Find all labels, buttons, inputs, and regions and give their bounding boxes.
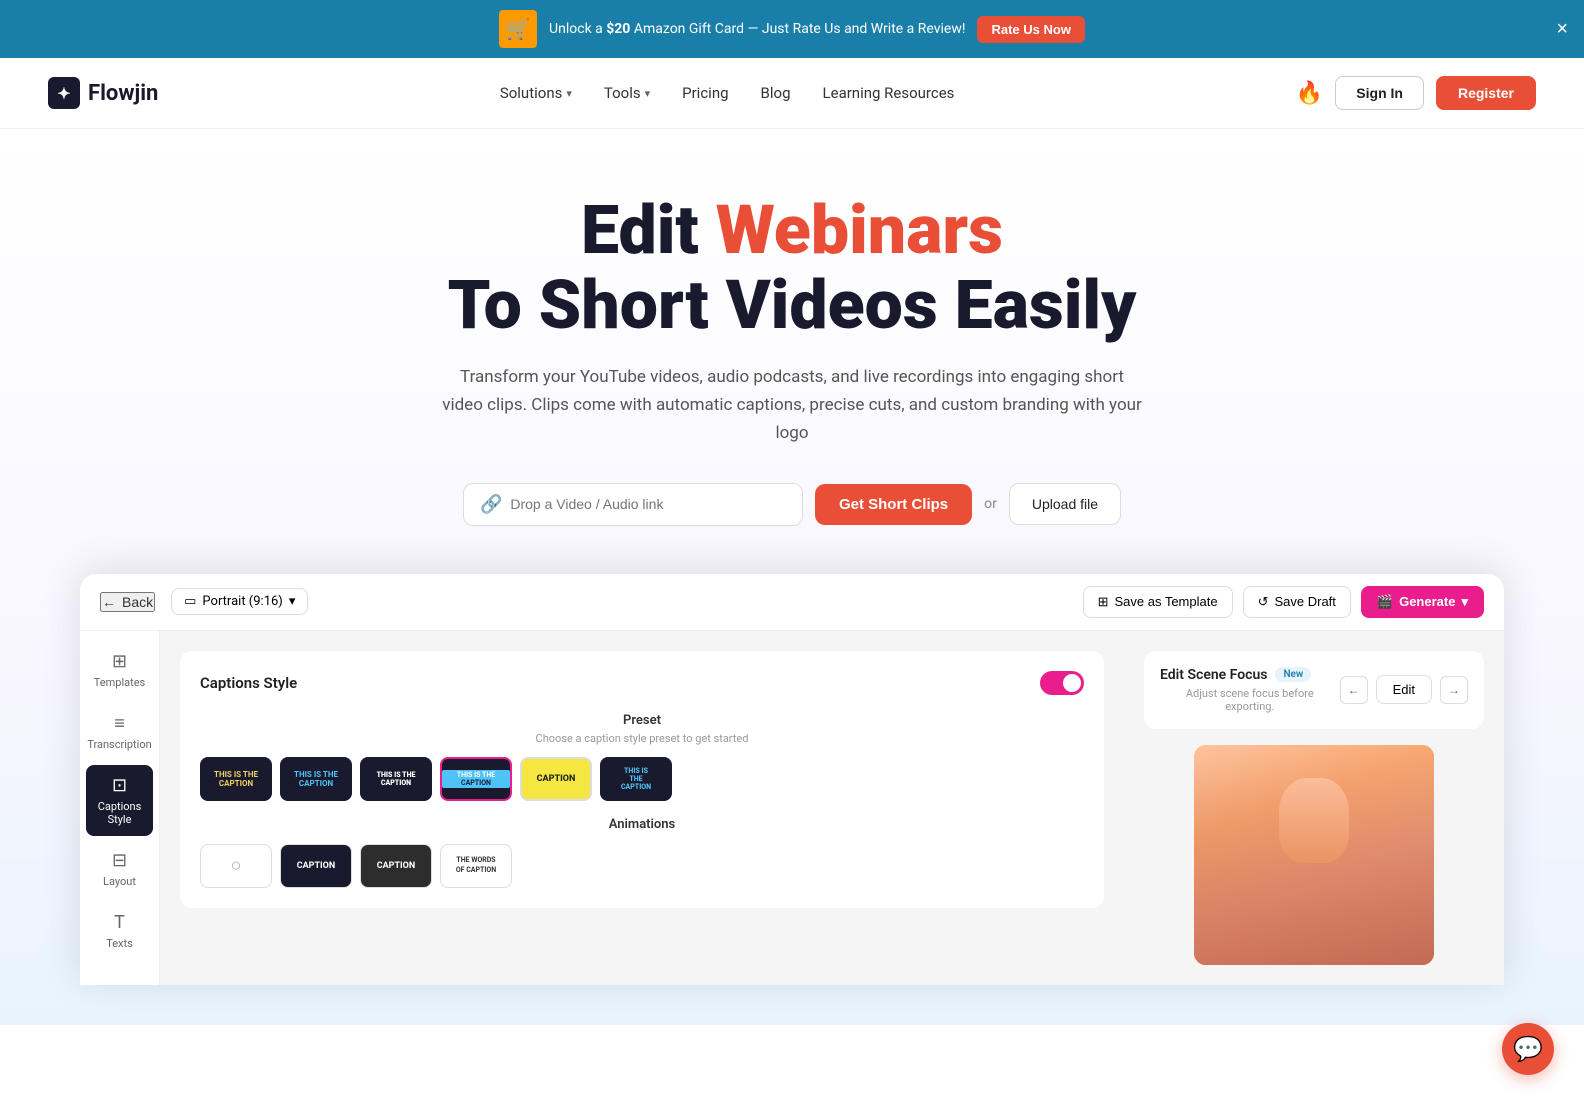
url-input[interactable] bbox=[510, 496, 786, 512]
editor-topbar-right: ⊞ Save as Template ↺ Save Draft 🎬 Genera… bbox=[1083, 586, 1484, 618]
scene-focus-info: Edit Scene Focus New Adjust scene focus … bbox=[1160, 667, 1340, 713]
video-icon: 🎬 bbox=[1377, 594, 1393, 610]
scene-focus-title: Edit Scene Focus New bbox=[1160, 667, 1340, 683]
chat-icon: 💬 bbox=[1513, 1035, 1543, 1063]
nav-tools[interactable]: Tools ▾ bbox=[604, 84, 650, 102]
sidebar-item-captions-style[interactable]: ⊡ Captions Style bbox=[86, 765, 153, 836]
scene-focus-desc: Adjust scene focus before exporting. bbox=[1160, 687, 1340, 713]
animation-caption-1[interactable]: Caption bbox=[280, 844, 352, 888]
sidebar-item-layout[interactable]: ⊟ Layout bbox=[86, 840, 153, 898]
nav-links: Solutions ▾ Tools ▾ Pricing Blog Learnin… bbox=[500, 84, 955, 102]
nav-actions: 🔥 Sign In Register bbox=[1296, 76, 1536, 110]
banner-suffix: Amazon Gift Card — Just Rate Us and Writ… bbox=[634, 21, 966, 37]
chevron-down-icon: ▾ bbox=[566, 87, 572, 100]
nav-blog[interactable]: Blog bbox=[761, 84, 791, 102]
template-icon: ⊞ bbox=[1098, 594, 1109, 610]
logo[interactable]: ✦ Flowjin bbox=[48, 77, 158, 109]
hero-section: Edit Webinars To Short Videos Easily Tra… bbox=[0, 129, 1584, 1025]
scene-next-button[interactable]: → bbox=[1440, 676, 1468, 704]
logo-icon: ✦ bbox=[48, 77, 80, 109]
panel-title: Captions Style bbox=[200, 674, 297, 692]
editor-body: ⊞ Templates ≡ Transcription ⊡ Captions S… bbox=[80, 631, 1504, 985]
hero-cta: 🔗 Get Short Clips or Upload file bbox=[20, 483, 1564, 526]
preset-grid: THIS IS THECAPTION THIS IS THECAPTION TH… bbox=[200, 757, 1084, 801]
nav-pricing[interactable]: Pricing bbox=[682, 84, 728, 102]
animation-words[interactable]: The Wordsof Caption bbox=[440, 844, 512, 888]
back-arrow-icon: ← bbox=[102, 594, 116, 610]
sidebar-item-texts[interactable]: T Texts bbox=[86, 902, 153, 960]
back-button[interactable]: ← Back bbox=[100, 592, 155, 612]
logo-text: Flowjin bbox=[88, 81, 158, 106]
chevron-down-icon: ▾ bbox=[289, 594, 296, 609]
scene-nav: ← Edit → bbox=[1340, 675, 1468, 704]
sidebar-item-templates[interactable]: ⊞ Templates bbox=[86, 641, 153, 699]
save-icon: ↺ bbox=[1258, 594, 1269, 610]
editor-topbar: ← Back ▭ Portrait (9:16) ▾ ⊞ Save as Tem… bbox=[80, 574, 1504, 631]
hero-title: Edit Webinars To Short Videos Easily bbox=[20, 193, 1564, 343]
banner-amount: $20 bbox=[606, 21, 630, 37]
banner-close-button[interactable]: × bbox=[1556, 19, 1568, 39]
hero-title-accent: Webinars bbox=[716, 190, 1003, 270]
or-separator: or bbox=[984, 496, 997, 512]
preset-blue-highlight[interactable]: THIS IS THECAPTION bbox=[280, 757, 352, 801]
templates-icon: ⊞ bbox=[112, 651, 127, 672]
video-preview bbox=[1194, 745, 1434, 965]
animations-grid: ○ Caption Caption The Wordsof Caption bbox=[200, 844, 1084, 888]
captions-toggle[interactable] bbox=[1040, 671, 1084, 695]
preset-bold-white[interactable]: THIS IS THE CAPTION bbox=[360, 757, 432, 801]
hero-subtitle: Transform your YouTube videos, audio pod… bbox=[442, 363, 1142, 447]
preset-label: Preset bbox=[200, 713, 1084, 728]
hero-title-main: To Short Videos Easily bbox=[20, 268, 1564, 343]
editor-topbar-left: ← Back ▭ Portrait (9:16) ▾ bbox=[100, 588, 308, 615]
portrait-icon: ▭ bbox=[184, 594, 196, 609]
top-banner: 🛒 Unlock a $20 Amazon Gift Card — Just R… bbox=[0, 0, 1584, 58]
chevron-down-icon: ▾ bbox=[645, 87, 651, 100]
layout-icon: ⊟ bbox=[112, 850, 127, 871]
video-preview-face bbox=[1194, 745, 1434, 965]
nav-learning[interactable]: Learning Resources bbox=[823, 84, 955, 102]
editor-preview: ← Back ▭ Portrait (9:16) ▾ ⊞ Save as Tem… bbox=[80, 574, 1504, 985]
editor-main-panel: Captions Style Preset Choose a caption s… bbox=[160, 631, 1124, 985]
preset-yellow-bg[interactable]: Caption bbox=[520, 757, 592, 801]
save-as-template-button[interactable]: ⊞ Save as Template bbox=[1083, 586, 1233, 618]
navbar: ✦ Flowjin Solutions ▾ Tools ▾ Pricing Bl… bbox=[0, 58, 1584, 129]
banner-text: Unlock a $20 Amazon Gift Card — Just Rat… bbox=[549, 21, 965, 37]
captions-style-icon: ⊡ bbox=[112, 775, 127, 796]
sign-in-button[interactable]: Sign In bbox=[1335, 76, 1424, 110]
amazon-icon: 🛒 bbox=[506, 17, 531, 41]
panel-header: Captions Style bbox=[200, 671, 1084, 695]
link-icon: 🔗 bbox=[480, 494, 502, 515]
chat-bubble-button[interactable]: 💬 bbox=[1502, 1023, 1554, 1075]
dropdown-arrow-icon: ▾ bbox=[1461, 594, 1468, 610]
preset-blue-text[interactable]: THIS ISTHECAPTION bbox=[600, 757, 672, 801]
register-button[interactable]: Register bbox=[1436, 76, 1536, 110]
generate-button[interactable]: 🎬 Generate ▾ bbox=[1361, 586, 1484, 618]
texts-icon: T bbox=[114, 912, 125, 933]
scene-prev-button[interactable]: ← bbox=[1340, 676, 1368, 704]
upload-file-button[interactable]: Upload file bbox=[1009, 483, 1121, 525]
editor-right-panel: Edit Scene Focus New Adjust scene focus … bbox=[1124, 631, 1504, 985]
preset-yellow-highlight[interactable]: THIS IS THECAPTION bbox=[200, 757, 272, 801]
new-badge: New bbox=[1275, 667, 1311, 682]
animations-label: Animations bbox=[200, 817, 1084, 832]
animation-none[interactable]: ○ bbox=[200, 844, 272, 888]
sidebar-item-transcription[interactable]: ≡ Transcription bbox=[86, 703, 153, 761]
captions-style-panel: Captions Style Preset Choose a caption s… bbox=[180, 651, 1104, 908]
nav-solutions[interactable]: Solutions ▾ bbox=[500, 84, 572, 102]
portrait-selector[interactable]: ▭ Portrait (9:16) ▾ bbox=[171, 588, 308, 615]
rate-us-now-button[interactable]: Rate Us Now bbox=[977, 16, 1084, 43]
no-animation-icon: ○ bbox=[231, 855, 242, 876]
get-short-clips-button[interactable]: Get Short Clips bbox=[815, 484, 972, 525]
transcription-icon: ≡ bbox=[114, 713, 125, 734]
save-draft-button[interactable]: ↺ Save Draft bbox=[1243, 586, 1351, 618]
url-input-wrapper: 🔗 bbox=[463, 483, 803, 526]
preset-desc: Choose a caption style preset to get sta… bbox=[200, 732, 1084, 745]
scene-focus-card: Edit Scene Focus New Adjust scene focus … bbox=[1144, 651, 1484, 729]
amazon-badge: 🛒 bbox=[499, 10, 537, 48]
editor-sidebar: ⊞ Templates ≡ Transcription ⊡ Captions S… bbox=[80, 631, 160, 985]
animation-caption-2[interactable]: Caption bbox=[360, 844, 432, 888]
preset-blue-box[interactable]: This is the caption bbox=[440, 757, 512, 801]
fire-icon[interactable]: 🔥 bbox=[1296, 81, 1323, 106]
scene-edit-button[interactable]: Edit bbox=[1376, 675, 1432, 704]
